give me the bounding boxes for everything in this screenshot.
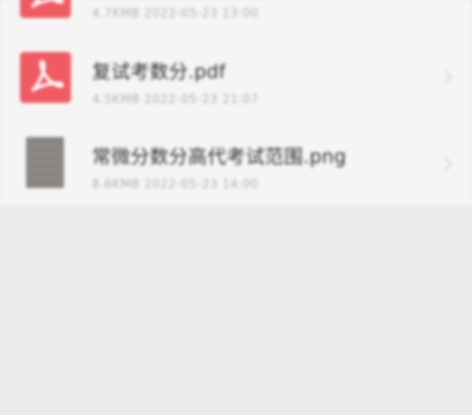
image-file-icon (26, 137, 64, 188)
empty-area (0, 205, 472, 415)
pdf-icon (20, 0, 71, 18)
file-browser-screen: 4.7KMB 2022-05-23 13:00 复试考数分.pdf 4.5KMB… (0, 0, 472, 415)
pdf-icon (20, 52, 71, 103)
file-row[interactable]: 常微分数分高代考试范围.png 8.6KMB 2022-05-23 14:00 (0, 120, 472, 210)
file-meta: 4.7KMB 2022-05-23 13:00 (92, 6, 259, 20)
file-meta: 8.6KMB 2022-05-23 14:00 (92, 177, 259, 191)
pdf-acrobat-icon (31, 0, 64, 8)
file-name: 常微分数分高代考试范围.png (92, 146, 347, 168)
file-row-partial[interactable]: 4.7KMB 2022-05-23 13:00 (0, 0, 472, 20)
pdf-acrobat-icon (31, 60, 64, 92)
file-name: 复试考数分.pdf (92, 61, 226, 83)
chevron-right-icon[interactable] (440, 156, 456, 172)
file-list: 4.7KMB 2022-05-23 13:00 复试考数分.pdf 4.5KMB… (0, 0, 472, 205)
chevron-right-icon[interactable] (440, 69, 456, 85)
file-meta: 4.5KMB 2022-05-23 21:07 (92, 92, 259, 106)
file-row[interactable]: 复试考数分.pdf 4.5KMB 2022-05-23 21:07 (0, 35, 472, 125)
